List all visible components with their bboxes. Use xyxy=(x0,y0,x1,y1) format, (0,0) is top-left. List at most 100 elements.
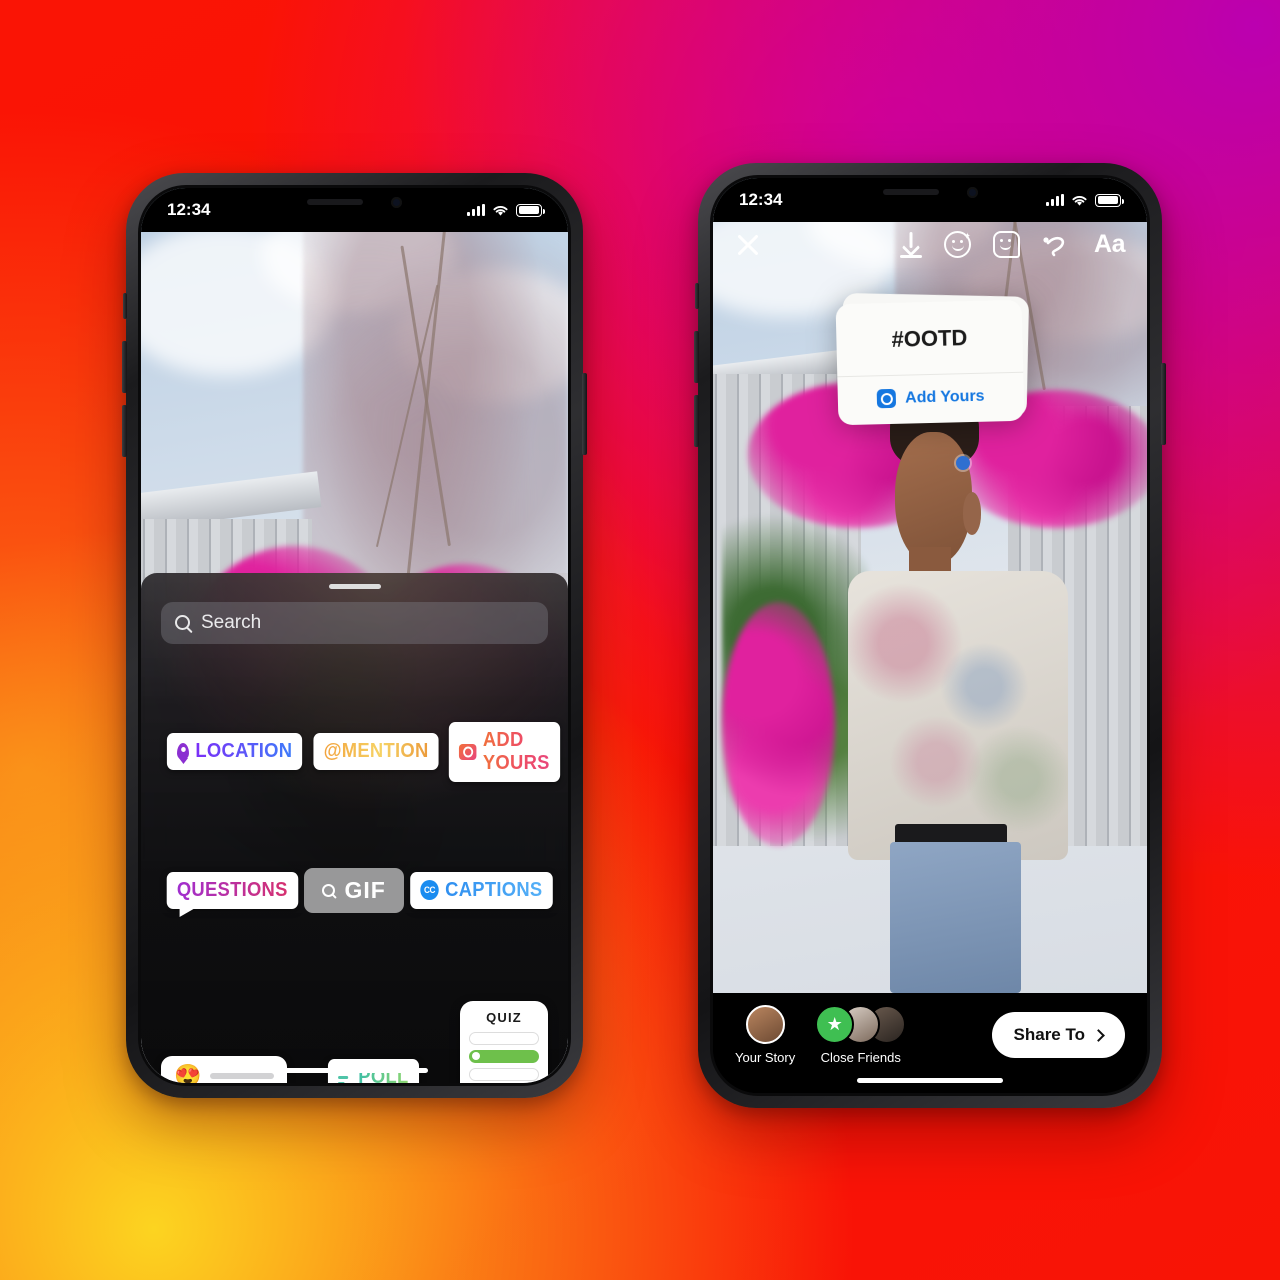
search-placeholder: Search xyxy=(201,611,262,633)
jeans xyxy=(890,842,1022,993)
phone-device-left: Search LOCATION @MENTION ADD YOURS QUEST… xyxy=(122,173,587,1098)
audience-your-story-label: Your Story xyxy=(735,1050,796,1065)
audience-your-story[interactable]: Your Story xyxy=(735,1005,795,1065)
poster-canvas: Search LOCATION @MENTION ADD YOURS QUEST… xyxy=(0,0,1280,1280)
ear xyxy=(962,492,982,535)
person-subject xyxy=(843,389,1077,993)
cellular-bars-icon xyxy=(467,204,485,216)
sticker-location-label: LOCATION xyxy=(195,740,293,763)
tray-drag-handle[interactable] xyxy=(328,583,381,589)
sticker-captions[interactable]: CC CAPTIONS xyxy=(410,871,553,909)
save-button[interactable] xyxy=(900,232,923,258)
add-yours-action[interactable]: Add Yours xyxy=(837,372,1024,425)
sticker-quiz[interactable]: QUIZ xyxy=(460,1000,548,1083)
sticker-search-input[interactable]: Search xyxy=(161,601,548,644)
editor-toolbar: ✦ Aa xyxy=(713,230,1147,259)
search-icon xyxy=(175,615,190,631)
avatar xyxy=(745,1005,785,1044)
close-friends-star-icon: ★ xyxy=(815,1005,855,1044)
camera-icon xyxy=(459,743,477,760)
share-to-button[interactable]: Share To xyxy=(991,1012,1125,1058)
close-x-icon xyxy=(735,232,761,258)
emoji-slider-emoji: 😍 xyxy=(174,1062,202,1083)
sticker-add-yours-label: ADD YOURS xyxy=(483,728,551,774)
download-icon xyxy=(900,232,923,258)
quiz-option-correct[interactable] xyxy=(469,1049,539,1063)
device-notch xyxy=(844,178,1016,206)
status-time: 12:34 xyxy=(167,200,211,219)
add-yours-card: #OOTD Add Yours xyxy=(835,299,1025,425)
home-indicator[interactable] xyxy=(857,1078,1003,1083)
add-yours-action-label: Add Yours xyxy=(904,386,985,406)
text-button[interactable]: Aa xyxy=(1094,230,1125,259)
quiz-option[interactable] xyxy=(469,1067,539,1081)
sticker-questions-label: QUESTIONS xyxy=(176,878,288,901)
close-friends-avatars: ★ xyxy=(815,1005,907,1044)
silent-switch[interactable] xyxy=(123,293,127,319)
front-camera xyxy=(966,186,978,198)
closed-caption-icon: CC xyxy=(420,880,439,901)
chevron-right-icon xyxy=(1092,1028,1105,1042)
wifi-icon xyxy=(1072,195,1087,206)
sticker-mention-label: @MENTION xyxy=(323,740,429,763)
sticker-tray-panel: Search LOCATION @MENTION ADD YOURS QUEST… xyxy=(141,572,568,1083)
quiz-option[interactable] xyxy=(469,1031,539,1045)
phone-screen-left: Search LOCATION @MENTION ADD YOURS QUEST… xyxy=(138,185,571,1086)
camera-icon xyxy=(876,388,897,408)
front-camera xyxy=(391,196,402,208)
status-indicators xyxy=(467,203,545,217)
audience-close-friends-label: Close Friends xyxy=(820,1050,901,1065)
squiggle-draw-icon xyxy=(1042,232,1072,258)
smiley-sparkle-icon: ✦ xyxy=(944,231,972,258)
volume-down-button[interactable] xyxy=(122,405,127,457)
sticker-add-yours[interactable]: ADD YOURS xyxy=(449,721,561,782)
battery-icon xyxy=(516,203,545,217)
floral-jacket xyxy=(847,570,1069,861)
bougainvillea-flowers xyxy=(721,601,835,847)
sticker-questions[interactable]: QUESTIONS xyxy=(166,871,298,917)
add-yours-sticker[interactable]: #OOTD Add Yours xyxy=(835,292,1030,425)
quiz-title: QUIZ xyxy=(486,1009,522,1025)
phone-screen-right: ✦ Aa #OOTD Add Yours Your Story ★ Close … xyxy=(710,175,1150,1096)
effects-button[interactable]: ✦ xyxy=(944,231,972,258)
sticker-captions-label: CAPTIONS xyxy=(444,878,543,901)
volume-up-button[interactable] xyxy=(694,331,699,383)
sticker-gif-label: GIF xyxy=(344,876,386,903)
earpiece-speaker xyxy=(307,199,363,205)
home-indicator[interactable] xyxy=(281,1068,428,1073)
sticker-face-icon xyxy=(993,231,1021,258)
phone-device-right: ✦ Aa #OOTD Add Yours Your Story ★ Close … xyxy=(694,163,1166,1108)
flower-accessory xyxy=(955,456,970,471)
power-button[interactable] xyxy=(1161,363,1166,445)
sticker-row-2: QUESTIONS GIF CC CAPTIONS xyxy=(161,867,553,917)
story-preview-left: Search LOCATION @MENTION ADD YOURS QUEST… xyxy=(141,188,568,1083)
face xyxy=(894,432,973,565)
draw-button[interactable] xyxy=(1042,232,1072,258)
story-editor-right: ✦ Aa #OOTD Add Yours Your Story ★ Close … xyxy=(713,178,1147,1093)
share-to-label: Share To xyxy=(1013,1025,1085,1044)
power-button[interactable] xyxy=(582,373,587,455)
location-pin-icon xyxy=(177,743,189,761)
status-time: 12:34 xyxy=(739,190,783,209)
cellular-bars-icon xyxy=(1046,194,1064,206)
sticker-row-1: LOCATION @MENTION ADD YOURS xyxy=(161,721,561,782)
battery-icon xyxy=(1095,193,1124,207)
device-notch xyxy=(268,188,441,216)
search-icon xyxy=(321,883,335,897)
emoji-slider-track[interactable] xyxy=(210,1072,274,1079)
sticker-emoji-slider[interactable]: 😍 xyxy=(161,1055,287,1083)
wifi-icon xyxy=(493,205,508,216)
sticker-location[interactable]: LOCATION xyxy=(166,733,303,771)
close-button[interactable] xyxy=(735,232,761,258)
audience-close-friends[interactable]: ★ Close Friends xyxy=(815,1005,907,1065)
sticker-mention[interactable]: @MENTION xyxy=(313,733,440,771)
silent-switch[interactable] xyxy=(695,283,699,309)
sticker-gif[interactable]: GIF xyxy=(303,867,404,913)
sticker-grid: LOCATION @MENTION ADD YOURS QUESTIONS GI… xyxy=(161,644,561,1083)
volume-down-button[interactable] xyxy=(694,395,699,447)
volume-up-button[interactable] xyxy=(122,341,127,393)
stickers-button[interactable] xyxy=(993,231,1021,258)
add-yours-hashtag: #OOTD xyxy=(891,324,968,352)
earpiece-speaker xyxy=(882,189,939,195)
status-indicators xyxy=(1046,193,1124,207)
